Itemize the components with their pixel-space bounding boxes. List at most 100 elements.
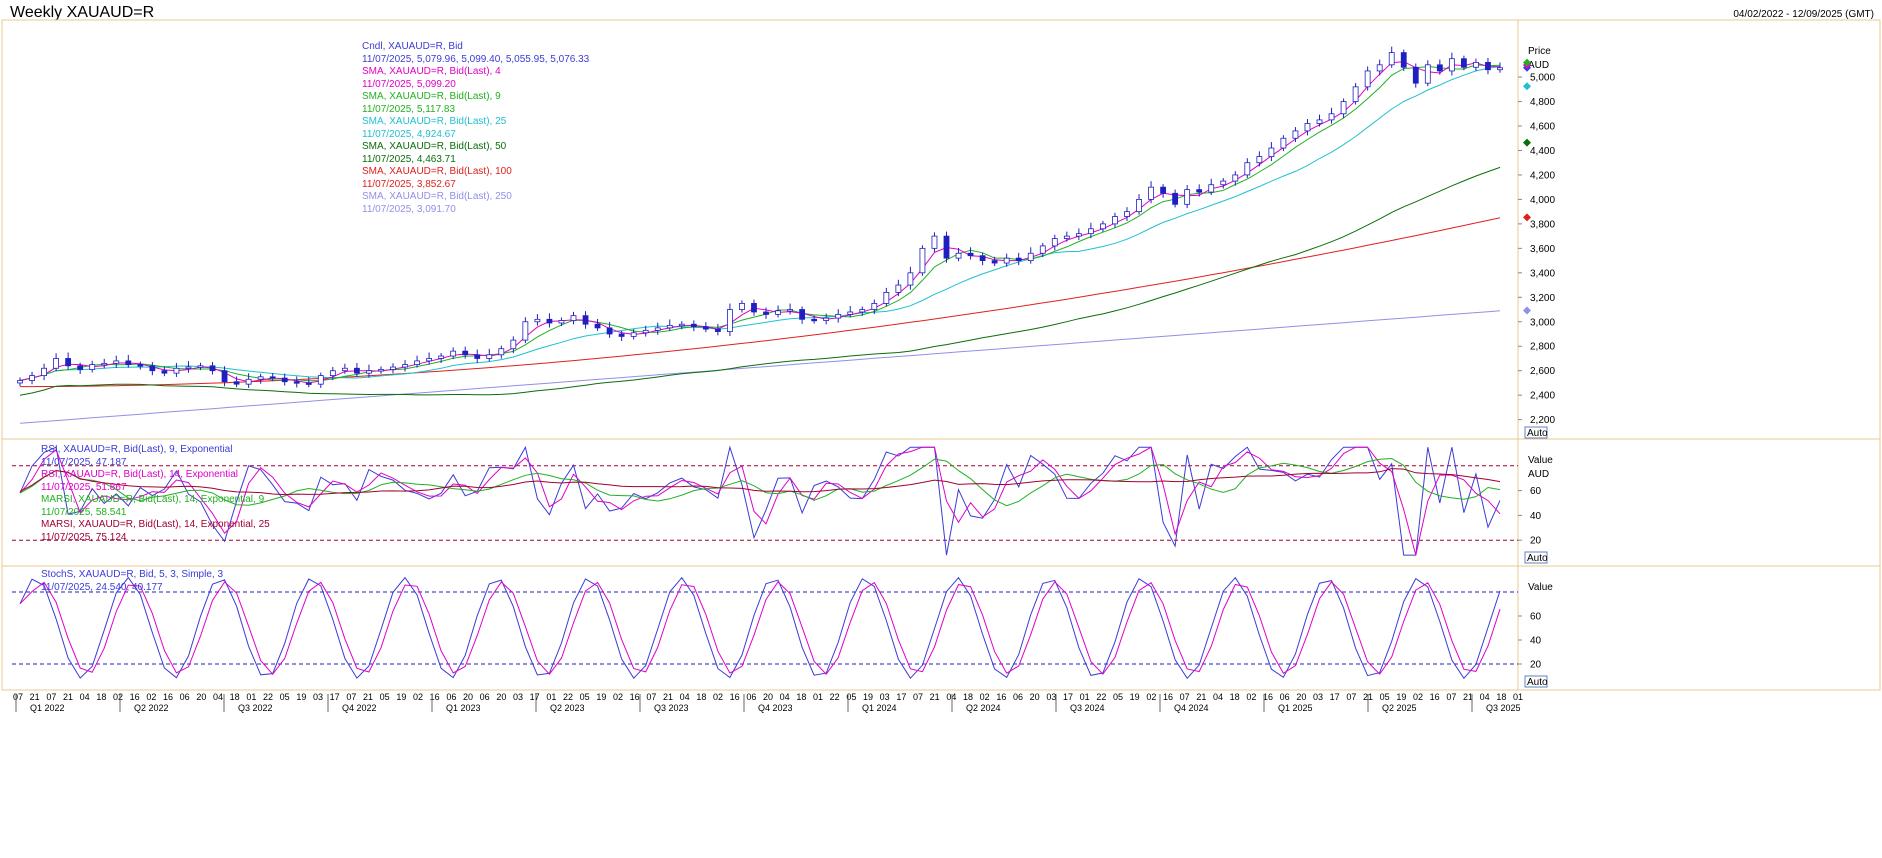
candle bbox=[426, 358, 433, 362]
x-tick-label: 03 bbox=[1046, 692, 1056, 702]
x-tick-label: 01 bbox=[246, 692, 256, 702]
candle bbox=[149, 365, 156, 372]
candle bbox=[907, 272, 914, 286]
candle bbox=[209, 365, 216, 372]
x-tick-label: 04 bbox=[1213, 692, 1223, 702]
stoch-tick-label: 40 bbox=[1530, 636, 1542, 647]
x-tick-label: 04 bbox=[80, 692, 90, 702]
quarter-label: Q2 2022 bbox=[134, 703, 169, 713]
candle bbox=[53, 358, 59, 369]
price-legend-value: 11/07/2025, 4,463.71 bbox=[362, 154, 456, 165]
candle bbox=[1473, 61, 1479, 68]
candle bbox=[498, 348, 505, 356]
x-tick-label: 07 bbox=[46, 692, 56, 702]
sma-250-line bbox=[19, 310, 1501, 424]
candle bbox=[654, 327, 661, 331]
quarter-label: Q2 2025 bbox=[1382, 703, 1417, 713]
stoch-axis-title: Value bbox=[1528, 582, 1553, 593]
x-tick-label: 05 bbox=[1380, 692, 1390, 702]
candle bbox=[558, 320, 565, 324]
x-tick-label: 05 bbox=[380, 692, 390, 702]
candle bbox=[1039, 245, 1046, 254]
x-tick-label: 21 bbox=[1196, 692, 1206, 702]
x-tick-label: 21 bbox=[30, 692, 40, 702]
candle bbox=[438, 355, 445, 359]
price-tick-label: 4,400 bbox=[1530, 146, 1555, 157]
quarter-label: Q4 2024 bbox=[1174, 703, 1209, 713]
quarter-label: Q1 2022 bbox=[30, 703, 65, 713]
x-tick-label: 20 bbox=[496, 692, 506, 702]
x-tick-label: 06 bbox=[446, 692, 456, 702]
price-tick-label: 4,800 bbox=[1530, 97, 1555, 108]
candle bbox=[366, 370, 372, 374]
x-tick-label: 22 bbox=[830, 692, 840, 702]
candle bbox=[257, 376, 264, 380]
quarter-label: Q4 2022 bbox=[342, 703, 377, 713]
candle bbox=[402, 364, 408, 368]
price-legend-label: SMA, XAUAUD=R, Bid(Last), 100 bbox=[362, 166, 512, 177]
x-tick-label: 02 bbox=[1413, 692, 1423, 702]
stoch-tick-label: 60 bbox=[1530, 612, 1542, 623]
x-tick-label: 04 bbox=[680, 692, 690, 702]
quarter-label: Q2 2023 bbox=[550, 703, 585, 713]
candle bbox=[678, 323, 685, 327]
candle bbox=[739, 303, 745, 310]
candle bbox=[185, 366, 192, 369]
candle bbox=[1352, 86, 1359, 102]
x-tick-label: 17 bbox=[530, 692, 540, 702]
candle bbox=[233, 381, 240, 385]
candle bbox=[486, 354, 493, 359]
price-legend-value: 11/07/2025, 3,852.67 bbox=[362, 179, 456, 190]
candle bbox=[714, 328, 721, 332]
x-tick-label: 17 bbox=[896, 692, 906, 702]
price-tick-label: 3,000 bbox=[1530, 317, 1555, 328]
candle bbox=[269, 376, 276, 379]
sma-25-line bbox=[19, 66, 1501, 381]
candle bbox=[1497, 67, 1503, 71]
candle bbox=[197, 365, 204, 368]
rsi-axis-title: Value bbox=[1528, 455, 1553, 466]
x-tick-label: 07 bbox=[1180, 692, 1190, 702]
auto-label-rsi: Auto bbox=[1527, 553, 1548, 564]
candle bbox=[751, 303, 757, 313]
candle bbox=[1461, 58, 1467, 68]
candle bbox=[775, 310, 781, 315]
x-tick-label: 04 bbox=[1480, 692, 1490, 702]
candle bbox=[582, 315, 589, 325]
candle bbox=[29, 375, 35, 381]
candle bbox=[1063, 235, 1070, 239]
price-tick-label: 4,000 bbox=[1530, 195, 1555, 206]
stoch-legend-label: StochS, XAUAUD=R, Bid, 5, 3, Simple, 3 bbox=[41, 569, 223, 580]
rsi-axis-unit: AUD bbox=[1528, 469, 1549, 480]
candle bbox=[1075, 233, 1082, 237]
x-tick-label: 20 bbox=[463, 692, 473, 702]
x-tick-label: 06 bbox=[1280, 692, 1290, 702]
price-marker bbox=[1523, 306, 1531, 315]
quarter-label: Q3 2022 bbox=[238, 703, 273, 713]
rsi-legend-value: 11/07/2025, 51.867 bbox=[41, 482, 127, 493]
candle bbox=[1292, 130, 1299, 139]
candle bbox=[1485, 61, 1491, 71]
candle bbox=[1208, 184, 1215, 193]
price-legend-label: SMA, XAUAUD=R, Bid(Last), 9 bbox=[362, 91, 501, 102]
candle bbox=[378, 369, 384, 372]
x-tick-label: 17 bbox=[1063, 692, 1073, 702]
candle bbox=[245, 378, 252, 385]
candle bbox=[955, 252, 962, 259]
x-tick-label: 05 bbox=[280, 692, 290, 702]
sma-50-line bbox=[19, 166, 1501, 396]
candle bbox=[1027, 252, 1034, 261]
candle bbox=[690, 323, 697, 328]
x-tick-label: 16 bbox=[1430, 692, 1440, 702]
candle bbox=[546, 318, 553, 324]
x-tick-label: 16 bbox=[1163, 692, 1173, 702]
price-tick-label: 2,800 bbox=[1530, 342, 1555, 353]
candle bbox=[1316, 119, 1323, 124]
rsi-legend-value: 11/07/2025, 58.541 bbox=[41, 507, 127, 518]
candle bbox=[787, 309, 793, 312]
candle bbox=[101, 362, 108, 366]
x-tick-label: 20 bbox=[1030, 692, 1040, 702]
x-tick-label: 02 bbox=[613, 692, 623, 702]
x-tick-label: 04 bbox=[213, 692, 223, 702]
price-legend-label: SMA, XAUAUD=R, Bid(Last), 25 bbox=[362, 116, 507, 127]
